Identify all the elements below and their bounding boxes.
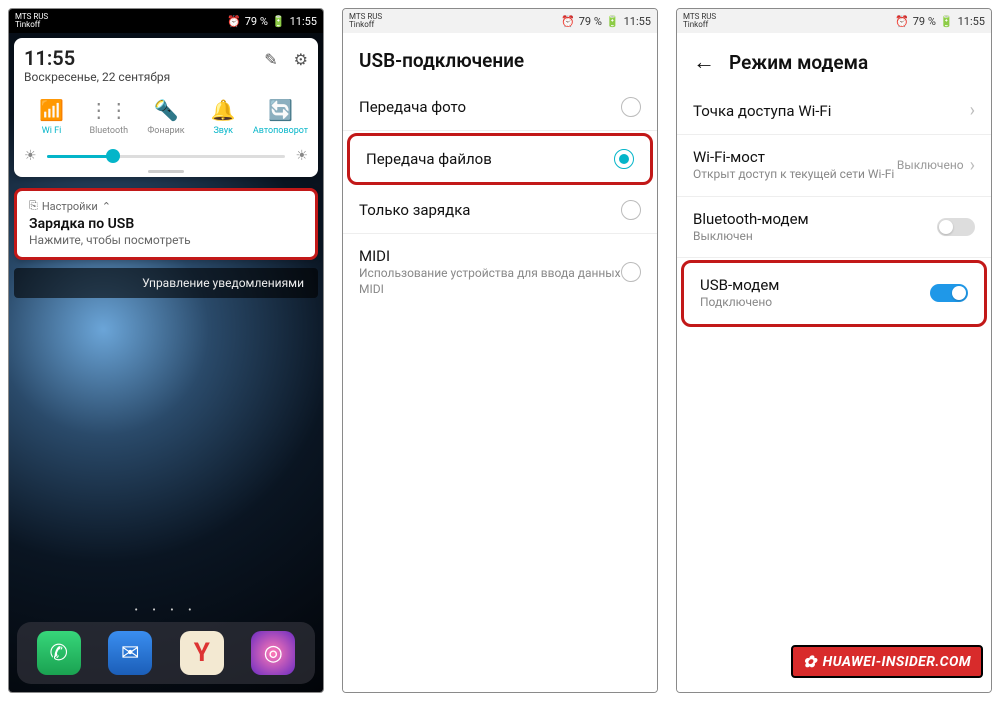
app-camera[interactable]: ◎ <box>251 631 295 675</box>
battery-icon: 🔋 <box>606 15 620 28</box>
chevron-right-icon: › <box>970 155 975 176</box>
shade-date: Воскресенье, 22 сентября <box>24 70 170 84</box>
notif-subtitle: Нажмите, чтобы посмотреть <box>29 233 303 247</box>
shade-handle[interactable] <box>148 170 184 173</box>
toggle-sound[interactable]: 🔔 Звук <box>196 98 251 136</box>
sun-high-icon: ☀ <box>295 148 308 164</box>
status-bar: MTS RUS Tinkoff ⏰ 79 % 🔋 11:55 <box>343 9 657 33</box>
radio-selected[interactable] <box>614 149 634 169</box>
chevron-right-icon: › <box>970 100 975 121</box>
toggle-bluetooth[interactable]: ⋮⋮ Bluetooth <box>81 98 136 136</box>
usb-mini-icon: ⎘ <box>29 199 38 213</box>
row-wifi-hotspot[interactable]: Точка доступа Wi-Fi › <box>677 87 991 135</box>
app-messages[interactable]: ✉ <box>108 631 152 675</box>
phone-1-notification-shade: MTS RUS Tinkoff ⏰ 79 % 🔋 11:55 11:55 Вос… <box>8 8 324 693</box>
radio-unselected[interactable] <box>621 97 641 117</box>
phone-2-usb-connection: MTS RUS Tinkoff ⏰ 79 % 🔋 11:55 USB-подкл… <box>342 8 658 693</box>
row-value: Выключено <box>897 158 964 172</box>
battery-text: 79 % <box>913 15 936 28</box>
usb-charging-notification[interactable]: ⎘ Настройки ⌃ Зарядка по USB Нажмите, чт… <box>14 188 318 260</box>
option-photo-transfer[interactable]: Передача фото <box>343 84 657 131</box>
edit-icon[interactable]: ✎ <box>264 50 277 69</box>
quick-settings-panel[interactable]: 11:55 Воскресенье, 22 сентября ✎ ⚙ 📶 Wi … <box>14 38 318 177</box>
brightness-track[interactable] <box>47 155 286 158</box>
manage-notifications-link[interactable]: Управление уведомлениями <box>14 268 318 298</box>
page-title: USB-подключение <box>359 49 524 72</box>
carrier-2: Tinkoff <box>15 21 48 29</box>
sun-low-icon: ☀ <box>24 148 37 164</box>
toggle-on[interactable] <box>930 284 968 302</box>
brightness-slider[interactable]: ☀ ☀ <box>24 148 308 164</box>
app-phone[interactable]: ✆ <box>37 631 81 675</box>
row-wifi-bridge[interactable]: Wi-Fi-мост Открыт доступ к текущей сети … <box>677 135 991 197</box>
row-bluetooth-modem[interactable]: Bluetooth-модем Выключен <box>677 197 991 259</box>
clock: 11:55 <box>958 15 985 28</box>
carrier-2: Tinkoff <box>349 21 382 29</box>
shade-time: 11:55 <box>24 46 170 70</box>
radio-unselected[interactable] <box>621 200 641 220</box>
option-charge-only[interactable]: Только зарядка <box>343 187 657 234</box>
page-indicator: • • • • <box>9 605 323 616</box>
rotate-icon: 🔄 <box>268 98 293 122</box>
alarm-icon: ⏰ <box>227 15 241 28</box>
back-arrow-icon[interactable]: ← <box>693 49 715 75</box>
tether-settings-list: Точка доступа Wi-Fi › Wi-Fi-мост Открыт … <box>677 87 991 692</box>
toggle-flashlight[interactable]: 🔦 Фонарик <box>139 98 194 136</box>
status-bar: MTS RUS Tinkoff ⏰ 79 % 🔋 11:55 <box>9 9 323 33</box>
tether-header: ← Режим модема <box>677 33 991 87</box>
option-midi[interactable]: MIDI Использование устройства для ввода … <box>343 234 657 310</box>
phone-3-tethering: MTS RUS Tinkoff ⏰ 79 % 🔋 11:55 ← Режим м… <box>676 8 992 693</box>
option-file-transfer[interactable]: Передача файлов <box>350 136 650 182</box>
toggle-wifi[interactable]: 📶 Wi Fi <box>24 98 79 136</box>
wifi-icon: 📶 <box>39 98 64 122</box>
collapse-chevron-icon[interactable]: ⌃ <box>102 200 111 213</box>
app-yandex[interactable]: Y <box>180 631 224 675</box>
notif-title: Зарядка по USB <box>29 216 303 232</box>
bell-icon: 🔔 <box>211 98 236 122</box>
battery-text: 79 % <box>245 15 268 28</box>
clock: 11:55 <box>624 15 651 28</box>
row-usb-modem[interactable]: USB-модем Подключено <box>684 263 984 324</box>
usb-header: USB-подключение <box>343 33 657 84</box>
bluetooth-icon: ⋮⋮ <box>89 98 129 122</box>
carrier-2: Tinkoff <box>683 21 716 29</box>
battery-text: 79 % <box>579 15 602 28</box>
battery-icon: 🔋 <box>272 15 286 28</box>
toggle-off[interactable] <box>937 218 975 236</box>
quick-toggles: 📶 Wi Fi ⋮⋮ Bluetooth 🔦 Фонарик 🔔 Звук 🔄 <box>24 98 308 136</box>
huawei-logo-icon: ✿ <box>803 652 817 671</box>
radio-unselected[interactable] <box>621 262 641 282</box>
usb-options-list: Передача фото Передача файлов Только зар… <box>343 84 657 692</box>
highlight-file-transfer: Передача файлов <box>347 133 653 185</box>
alarm-icon: ⏰ <box>895 15 909 28</box>
watermark-badge: ✿ HUAWEI-INSIDER.COM <box>791 645 983 678</box>
gear-icon[interactable]: ⚙ <box>294 50 308 69</box>
watermark-text: HUAWEI-INSIDER.COM <box>823 654 971 670</box>
brightness-thumb[interactable] <box>106 149 120 163</box>
alarm-icon: ⏰ <box>561 15 575 28</box>
dock: ✆ ✉ Y ◎ <box>17 622 315 684</box>
highlight-usb-modem: USB-модем Подключено <box>681 260 987 327</box>
flashlight-icon: 🔦 <box>154 98 179 122</box>
home-screen: 11:55 Воскресенье, 22 сентября ✎ ⚙ 📶 Wi … <box>9 33 323 692</box>
clock: 11:55 <box>290 15 317 28</box>
battery-icon: 🔋 <box>940 15 954 28</box>
page-title: Режим модема <box>729 51 868 74</box>
toggle-autorotate[interactable]: 🔄 Автоповорот <box>253 98 308 136</box>
notif-app: Настройки <box>42 200 98 213</box>
status-bar: MTS RUS Tinkoff ⏰ 79 % 🔋 11:55 <box>677 9 991 33</box>
